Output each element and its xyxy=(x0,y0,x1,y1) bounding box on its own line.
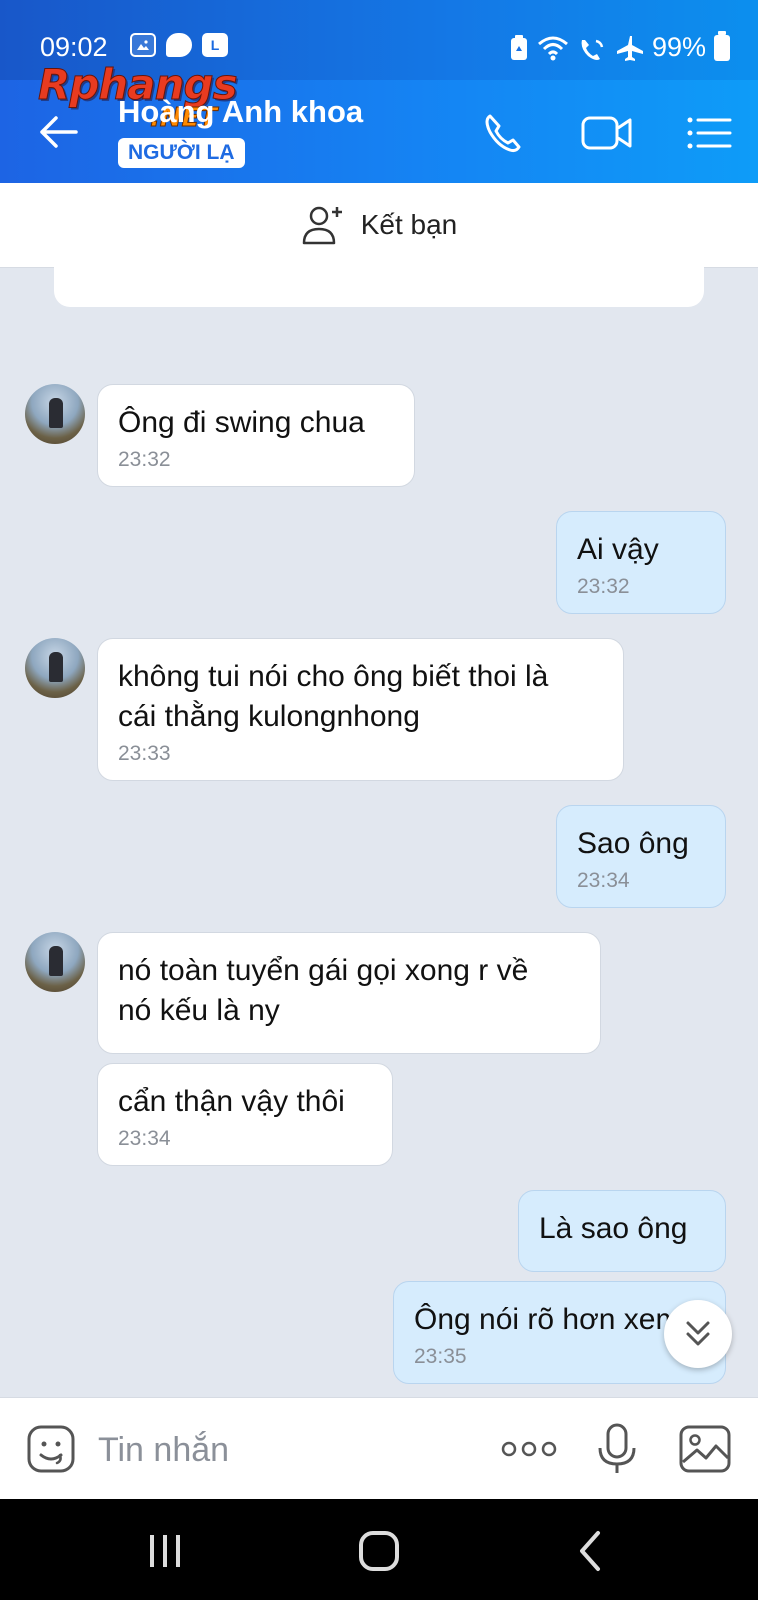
airplane-mode-icon xyxy=(616,35,643,61)
message-time: 23:32 xyxy=(577,575,630,598)
message-input[interactable] xyxy=(96,1426,460,1474)
message-text: cẩn thận vậy thôi xyxy=(118,1085,345,1118)
message-bubble-incoming[interactable]: không tui nói cho ông biết thoi là cái t… xyxy=(97,638,624,781)
message-time: 23:35 xyxy=(414,1345,467,1368)
message-text: nó toàn tuyển gái gọi xong r về nó kếu l… xyxy=(118,954,529,1027)
battery-saver-icon xyxy=(510,34,527,60)
message-text: Là sao ông xyxy=(539,1212,688,1245)
status-right: 99% xyxy=(510,30,730,63)
video-call-icon[interactable] xyxy=(580,108,634,158)
message-list[interactable]: Ông đi swing chua 23:32 Ai vậy 23:32 khô… xyxy=(0,267,758,1397)
back-arrow-icon[interactable] xyxy=(36,110,80,154)
voice-call-icon[interactable] xyxy=(478,108,532,158)
message-bubble-incoming[interactable]: Ông đi swing chua 23:32 xyxy=(97,384,415,487)
message-text: Sao ông xyxy=(577,827,689,860)
add-friend-label: Kết bạn xyxy=(360,209,458,240)
avatar[interactable] xyxy=(25,932,85,992)
message-text: Ai vậy xyxy=(577,533,659,566)
sticker-emoji-icon[interactable] xyxy=(26,1424,76,1474)
message-notification-icon xyxy=(166,33,192,57)
status-notification-icons: L xyxy=(130,33,228,57)
previous-message-card xyxy=(54,267,704,307)
message-bubble-incoming[interactable]: cẩn thận vậy thôi 23:34 xyxy=(97,1063,393,1166)
avatar[interactable] xyxy=(25,384,85,444)
contact-name[interactable]: Hoàng Anh khoa xyxy=(118,94,363,130)
composer-bar xyxy=(0,1397,758,1500)
message-time: 23:33 xyxy=(118,742,171,765)
avatar[interactable] xyxy=(25,638,85,698)
microphone-icon[interactable] xyxy=(594,1422,640,1476)
system-navigation-bar xyxy=(0,1499,758,1600)
message-bubble-outgoing[interactable]: Sao ông 23:34 xyxy=(556,805,726,908)
message-time: 23:34 xyxy=(118,1127,171,1150)
home-icon[interactable] xyxy=(354,1529,404,1573)
add-friend-button[interactable]: Kết bạn xyxy=(0,183,758,268)
status-time: 09:02 xyxy=(40,32,108,62)
message-time: 23:32 xyxy=(118,448,171,471)
more-options-icon[interactable] xyxy=(500,1434,558,1464)
message-time: 23:34 xyxy=(577,869,630,892)
battery-percent: 99% xyxy=(651,32,706,62)
chat-header: 09:02 L 99% Rphangs .NET Hoàng Anh khoa … xyxy=(0,0,758,183)
message-bubble-outgoing[interactable]: Là sao ông xyxy=(518,1190,726,1272)
recent-apps-icon[interactable] xyxy=(140,1529,190,1573)
message-bubble-outgoing[interactable]: Ai vậy 23:32 xyxy=(556,511,726,614)
add-friend-icon xyxy=(302,206,342,245)
message-text: Ông đi swing chua xyxy=(118,406,365,439)
image-gallery-icon[interactable] xyxy=(678,1424,732,1474)
system-back-icon[interactable] xyxy=(566,1529,616,1573)
battery-icon xyxy=(714,30,730,61)
app-l-notification-icon: L xyxy=(202,33,228,57)
menu-list-icon[interactable] xyxy=(684,108,738,158)
scroll-to-bottom-button[interactable] xyxy=(664,1300,732,1368)
wifi-calling-icon xyxy=(581,39,604,60)
message-bubble-incoming[interactable]: nó toàn tuyển gái gọi xong r về nó kếu l… xyxy=(97,932,601,1054)
message-text: không tui nói cho ông biết thoi là cái t… xyxy=(118,660,549,733)
stranger-badge: NGƯỜI LẠ xyxy=(118,138,245,168)
wifi-icon xyxy=(537,36,568,60)
gallery-notification-icon xyxy=(130,33,156,57)
double-chevron-down-icon xyxy=(686,1321,710,1346)
message-text: Ông nói rõ hơn xem xyxy=(414,1303,681,1336)
